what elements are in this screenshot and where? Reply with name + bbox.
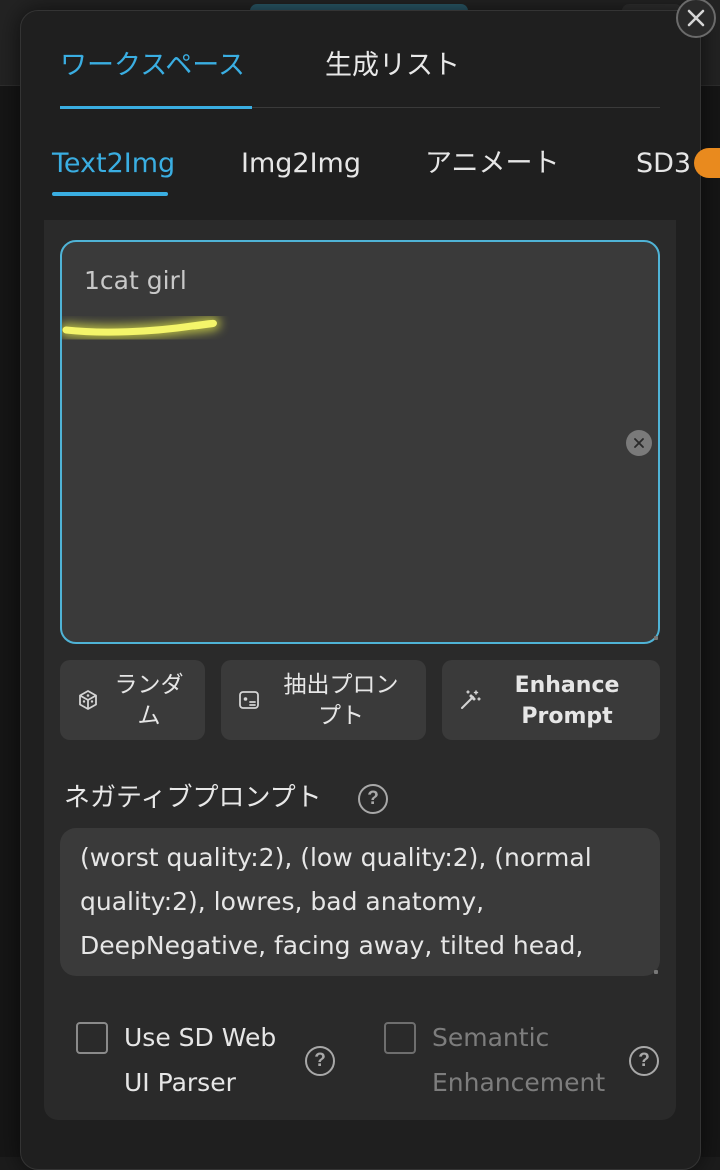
tab-text2img[interactable]: Text2Img [52, 144, 175, 184]
extract-prompt-button[interactable]: 抽出プロン プト [221, 660, 426, 740]
negative-resize-handle[interactable] [654, 970, 658, 974]
enhance-label: Enhance Prompt [498, 670, 636, 732]
extract-label-line2: プト [318, 703, 364, 729]
dice-icon [79, 690, 97, 710]
random-label: ランダ ム [104, 670, 194, 732]
tab-animate[interactable]: アニメート [425, 144, 559, 184]
tab-img2img[interactable]: Img2Img [241, 144, 361, 184]
extract-label-line1: 抽出プロン [283, 672, 399, 698]
prompt-text: 1cat girl [84, 266, 187, 295]
random-prompt-button[interactable]: ランダ ム [60, 660, 205, 740]
active-mode-indicator [52, 192, 168, 196]
random-label-line2: ム [137, 703, 161, 729]
tab-generation-list[interactable]: 生成リスト [325, 44, 460, 88]
negative-line-3: DeepNegative, facing away, tilted head, [80, 931, 584, 960]
enhance-prompt-button[interactable]: Enhance Prompt [442, 660, 660, 740]
extract-label: 抽出プロン プト [271, 670, 411, 732]
negative-prompt-input[interactable]: (worst quality:2), (low quality:2), (nor… [60, 828, 660, 976]
parser-help-icon[interactable]: ? [305, 1046, 335, 1076]
sd-web-ui-parser-label: Use SD Web UI Parser [124, 1015, 276, 1105]
sd-web-ui-parser-line2: UI Parser [124, 1068, 236, 1097]
semantic-help-icon[interactable]: ? [629, 1046, 659, 1076]
random-label-line1: ランダ [114, 672, 184, 698]
close-icon [634, 438, 644, 448]
active-tab-indicator [60, 106, 252, 109]
negative-prompt-text: (worst quality:2), (low quality:2), (nor… [80, 836, 640, 968]
enhance-label-line2: Prompt [521, 704, 613, 729]
clear-prompt-button[interactable] [626, 430, 652, 456]
enhance-label-line1: Enhance [514, 673, 620, 698]
semantic-enhancement-line2: Enhancement [432, 1068, 606, 1097]
prompt-input[interactable]: 1cat girl [60, 240, 660, 644]
semantic-enhancement-checkbox[interactable] [384, 1022, 416, 1054]
close-icon [687, 9, 705, 27]
negative-line-2: quality:2), lowres, bad anatomy, [80, 887, 485, 916]
new-badge [694, 148, 720, 178]
tab-sd3[interactable]: SD3 [636, 144, 691, 184]
image-extract-icon [239, 691, 259, 709]
tab-divider [252, 107, 660, 108]
magic-wand-icon [461, 690, 481, 709]
sd-web-ui-parser-checkbox[interactable] [76, 1022, 108, 1054]
highlight-annotation [62, 316, 221, 340]
tab-workspace[interactable]: ワークスペース [60, 44, 245, 88]
negative-help-icon[interactable]: ? [358, 784, 388, 814]
negative-prompt-title: ネガティブプロンプト [64, 783, 322, 813]
semantic-enhancement-label: Semantic Enhancement [432, 1015, 605, 1105]
semantic-enhancement-line1: Semantic [432, 1023, 550, 1052]
sd-web-ui-parser-line1: Use SD Web [124, 1023, 277, 1052]
resize-handle[interactable] [654, 636, 658, 640]
negative-line-1: (worst quality:2), (low quality:2), (nor… [80, 843, 592, 872]
